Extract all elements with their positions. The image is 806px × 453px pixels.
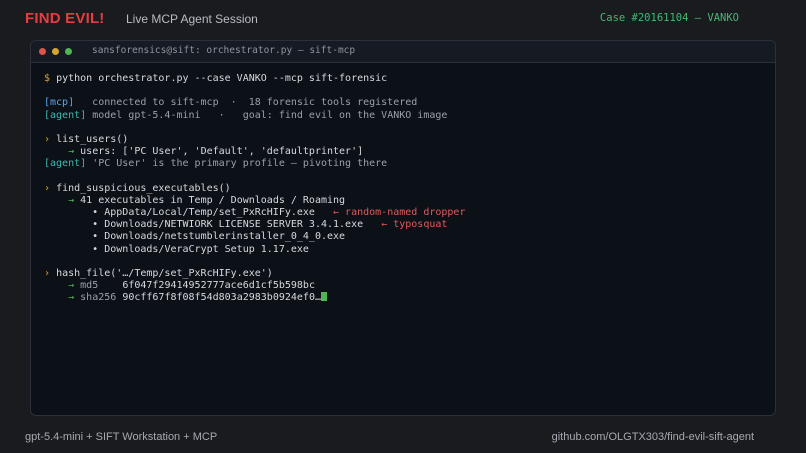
footer-stack-label: gpt-5.4-mini + SIFT Workstation + MCP bbox=[25, 431, 218, 443]
agent-status-text: model gpt-5.4-mini · goal: find evil on … bbox=[92, 109, 448, 121]
command-text: python orchestrator.py --case VANKO --mc… bbox=[56, 73, 388, 84]
arrow-right-icon: → bbox=[68, 280, 75, 292]
file-path: Downloads/NETWIORK LICENSE SERVER 3.4.1.… bbox=[104, 219, 364, 231]
close-window-icon[interactable] bbox=[39, 48, 46, 55]
agent-tag: [agent] bbox=[44, 158, 87, 170]
tool-call-line: › list_users() bbox=[44, 134, 765, 146]
tool-result-text: 41 executables in Temp / Downloads / Roa… bbox=[80, 194, 346, 206]
bullet-icon: • bbox=[92, 219, 99, 231]
minimize-window-icon[interactable] bbox=[52, 48, 59, 55]
agent-tag: [agent] bbox=[44, 109, 87, 121]
terminal-window[interactable]: sansforensics@sift: orchestrator.py — si… bbox=[30, 40, 776, 416]
agent-status-line: [agent] model gpt-5.4-mini · goal: find … bbox=[44, 110, 765, 122]
tool-result-line: → 41 executables in Temp / Downloads / R… bbox=[44, 195, 765, 207]
maximize-window-icon[interactable] bbox=[65, 48, 72, 55]
mcp-tag: [mcp] bbox=[44, 97, 75, 109]
hash-md5-line: → md5 6f047f29414952777ace6d1cf5b598bc bbox=[44, 280, 765, 292]
terminal-output: $ python orchestrator.py --case VANKO --… bbox=[44, 73, 765, 305]
arrow-right-icon: → bbox=[68, 292, 75, 304]
file-warning-note: ← random-named dropper bbox=[333, 207, 466, 219]
hash-md5-label: md5 bbox=[80, 280, 99, 292]
arrow-right-icon: → bbox=[68, 194, 75, 206]
case-label: Case #20161104 — VANKO bbox=[599, 12, 739, 24]
arrow-right-icon: → bbox=[68, 146, 75, 158]
agent-note-line: [agent] 'PC User' is the primary profile… bbox=[44, 158, 765, 170]
tool-call-line: › find_suspicious_executables() bbox=[44, 183, 765, 195]
hash-md5-value: 6f047f29414952777ace6d1cf5b598bc bbox=[122, 280, 315, 292]
session-label: Live MCP Agent Session bbox=[126, 12, 258, 26]
chevron-icon: › bbox=[44, 268, 51, 279]
footer-repo-link[interactable]: github.com/OLGTX303/find-evil-sift-agent bbox=[552, 431, 754, 443]
mcp-status-line: [mcp] connected to sift-mcp · 18 forensi… bbox=[44, 97, 765, 109]
hash-sha256-label: sha256 bbox=[80, 292, 117, 304]
prompt-symbol: $ bbox=[44, 73, 51, 84]
file-path: Downloads/VeraCrypt Setup 1.17.exe bbox=[104, 243, 309, 255]
bullet-icon: • bbox=[92, 243, 99, 255]
terminal-title: sansforensics@sift: orchestrator.py — si… bbox=[92, 45, 356, 56]
file-path: AppData/Local/Temp/set_PxRcHIFy.exe bbox=[104, 207, 315, 219]
chevron-icon: › bbox=[44, 182, 51, 194]
hash-sha256-value: 90cff67f8f08f54d803a2983b0924ef0… bbox=[122, 292, 321, 304]
terminal-cursor bbox=[321, 292, 327, 302]
file-warning-note: ← typosquat bbox=[381, 219, 448, 231]
tool-call-text: list_users() bbox=[56, 133, 129, 145]
top-bar: FIND EVIL! Live MCP Agent Session Case #… bbox=[0, 0, 806, 38]
file-list-item: • AppData/Local/Temp/set_PxRcHIFy.exe ← … bbox=[44, 207, 765, 219]
file-path: Downloads/netstumblerinstaller_0_4_0.exe bbox=[104, 231, 346, 243]
file-list-item: • Downloads/netstumblerinstaller_0_4_0.e… bbox=[44, 231, 765, 243]
brand-title: FIND EVIL! bbox=[25, 10, 105, 27]
bullet-icon: • bbox=[92, 231, 99, 243]
chevron-icon: › bbox=[44, 133, 51, 145]
agent-note-text: 'PC User' is the primary profile — pivot… bbox=[92, 158, 388, 170]
command-line: $ python orchestrator.py --case VANKO --… bbox=[44, 73, 765, 85]
bullet-icon: • bbox=[92, 207, 99, 219]
terminal-titlebar: sansforensics@sift: orchestrator.py — si… bbox=[31, 41, 775, 63]
tool-result-line: → users: ['PC User', 'Default', 'default… bbox=[44, 146, 765, 158]
tool-call-text: find_suspicious_executables() bbox=[56, 182, 231, 194]
tool-call-text: hash_file('…/Temp/set_PxRcHIFy.exe') bbox=[56, 268, 273, 279]
tool-result-text: users: ['PC User', 'Default', 'defaultpr… bbox=[80, 146, 364, 158]
file-list-item: • Downloads/NETWIORK LICENSE SERVER 3.4.… bbox=[44, 219, 765, 231]
hash-sha256-line: → sha256 90cff67f8f08f54d803a2983b0924ef… bbox=[44, 292, 765, 304]
mcp-status-text: connected to sift-mcp · 18 forensic tool… bbox=[92, 97, 418, 109]
file-list-item: • Downloads/VeraCrypt Setup 1.17.exe bbox=[44, 244, 765, 256]
tool-call-line: › hash_file('…/Temp/set_PxRcHIFy.exe') bbox=[44, 268, 765, 280]
